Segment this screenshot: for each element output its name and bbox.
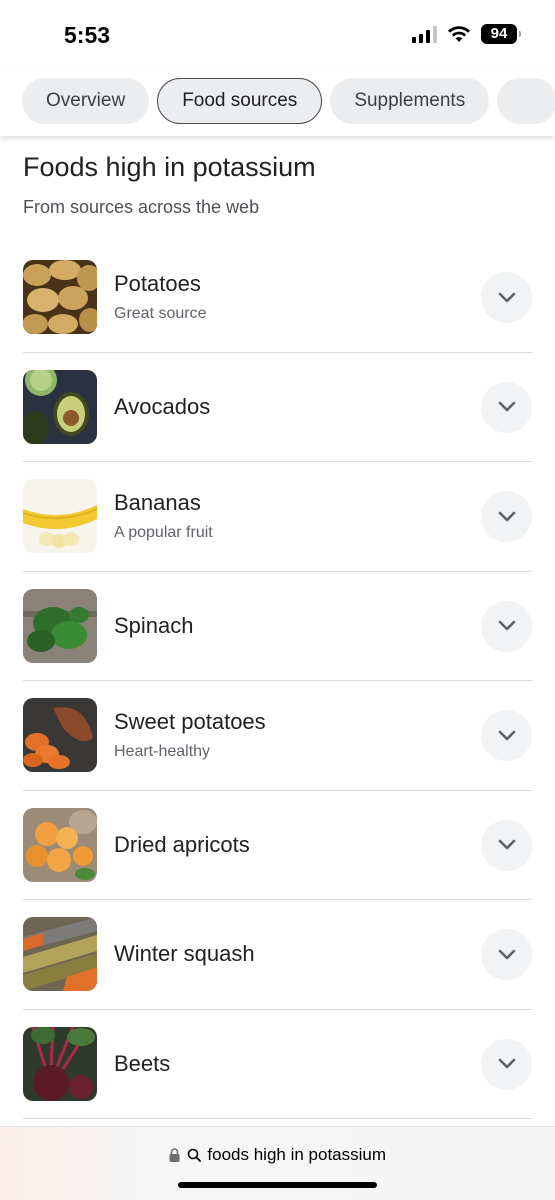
tab-bar: Overview Food sources Supplements [0,70,555,136]
wifi-icon [448,26,470,42]
list-item-winter-squash[interactable]: Winter squash [23,900,532,1010]
list-item-sweet-potatoes[interactable]: Sweet potatoes Heart-healthy [23,681,532,791]
bananas-image [23,479,97,553]
food-name: Spinach [114,612,194,638]
expand-button[interactable] [481,600,532,652]
food-name: Beets [114,1050,171,1076]
dried-apricots-image [23,807,97,882]
list-item-potatoes[interactable]: Potatoes Great source [23,243,532,353]
chevron-down-icon [498,949,515,959]
expand-button[interactable] [481,491,532,542]
spinach-image [23,588,97,663]
chevron-down-icon [498,730,515,740]
search-icon [187,1148,201,1162]
chevron-down-icon [498,401,515,412]
avocados-image [23,369,97,444]
browser-address-bar[interactable]: foods high in potassium [0,1126,555,1200]
tab-more[interactable] [497,78,555,124]
expand-button[interactable] [481,381,532,433]
food-name: Avocados [114,393,211,419]
cellular-signal-icon [412,25,437,43]
list-item-spinach[interactable]: Spinach [23,572,532,681]
food-note: Great source [114,305,207,323]
sweet-potatoes-image [23,698,97,772]
expand-button[interactable] [481,710,532,761]
food-list: Potatoes Great source Avocados Bananas A… [23,243,532,1119]
section-header: Foods high in potassium From sources acr… [23,152,316,218]
address-field[interactable]: foods high in potassium [0,1145,555,1165]
tab-food-sources[interactable]: Food sources [157,78,323,124]
battery-indicator: 94 [481,24,521,44]
status-bar: 5:53 94 [0,0,555,70]
chevron-down-icon [498,620,515,631]
chevron-down-icon [498,1058,515,1069]
food-name: Sweet potatoes [114,709,266,735]
section-subtitle: From sources across the web [23,197,260,217]
expand-button[interactable] [481,819,532,871]
address-query: foods high in potassium [207,1145,387,1164]
food-note: Heart-healthy [114,743,211,761]
tab-supplements[interactable]: Supplements [330,78,490,124]
food-name: Dried apricots [114,831,250,857]
list-item-avocados[interactable]: Avocados [23,353,532,462]
expand-button[interactable] [481,1038,532,1090]
food-note: A popular fruit [114,524,213,542]
list-item-beets[interactable]: Beets [23,1010,532,1119]
beets-image [23,1026,97,1101]
status-time: 5:53 [64,22,111,48]
expand-button[interactable] [481,272,532,323]
food-name: Potatoes [114,271,201,297]
tab-overview[interactable]: Overview [22,78,150,124]
food-name: Bananas [114,490,201,516]
list-item-bananas[interactable]: Bananas A popular fruit [23,462,532,572]
food-name: Winter squash [114,941,255,967]
list-item-dried-apricots[interactable]: Dried apricots [23,791,532,900]
status-icons: 94 [412,24,521,44]
chevron-down-icon [498,839,515,850]
chevron-down-icon [498,511,515,521]
winter-squash-image [23,917,97,991]
home-indicator [178,1182,377,1188]
expand-button[interactable] [481,929,532,980]
chevron-down-icon [498,292,515,302]
lock-icon [169,1148,180,1162]
potatoes-image [23,260,97,334]
section-title: Foods high in potassium [23,152,316,182]
